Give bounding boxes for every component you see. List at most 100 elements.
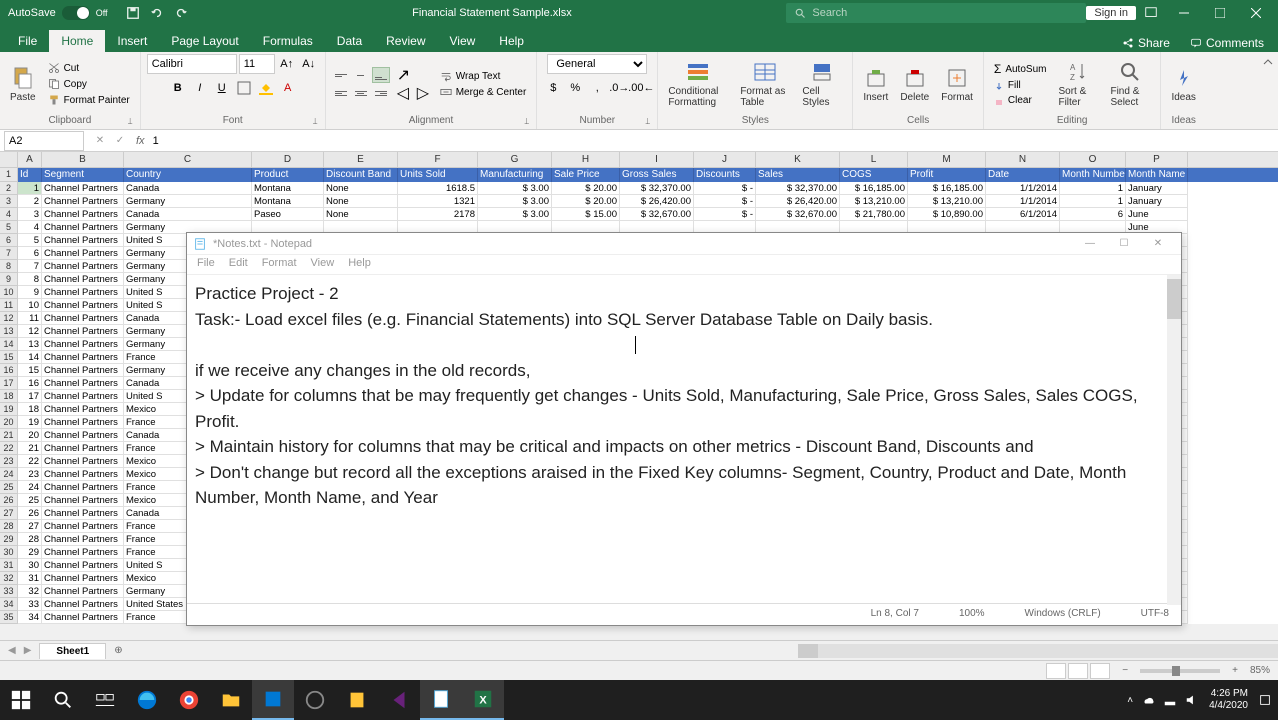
maximize-button[interactable] [1202,0,1238,26]
chrome-button[interactable] [168,680,210,720]
minimize-button[interactable] [1166,0,1202,26]
row-header-20[interactable]: 20 [0,416,18,429]
tab-data[interactable]: Data [325,30,374,52]
cell[interactable]: Channel Partners [42,325,124,338]
format-table-button[interactable]: Format as Table [736,58,794,110]
notepad-scrollbar[interactable] [1167,275,1181,605]
row-header-24[interactable]: 24 [0,468,18,481]
conditional-formatting-button[interactable]: Conditional Formatting [664,58,732,110]
app-button-1[interactable] [252,680,294,720]
sheet-tab-1[interactable]: Sheet1 [39,643,106,659]
cell[interactable]: 17 [18,390,42,403]
notifications-icon[interactable] [1258,693,1272,707]
cell[interactable]: 5 [18,234,42,247]
cell[interactable]: $ 3.00 [478,195,552,208]
cell[interactable]: Channel Partners [42,611,124,624]
cell[interactable]: Channel Partners [42,585,124,598]
row-header-18[interactable]: 18 [0,390,18,403]
cut-button[interactable]: Cut [44,61,134,75]
cell[interactable]: Germany [124,195,252,208]
name-box[interactable] [4,131,84,151]
align-center-button[interactable] [352,85,370,101]
row-header-10[interactable]: 10 [0,286,18,299]
tab-help[interactable]: Help [487,30,536,52]
cell[interactable]: Channel Partners [42,312,124,325]
cell[interactable]: January [1126,182,1188,195]
align-bottom-button[interactable] [372,67,390,83]
cell[interactable]: 28 [18,533,42,546]
cell[interactable]: Channel Partners [42,468,124,481]
cell[interactable]: $ 32,370.00 [756,182,840,195]
file-explorer-button[interactable] [210,680,252,720]
cell[interactable]: 8 [18,273,42,286]
cell[interactable]: Channel Partners [42,377,124,390]
cell[interactable]: Canada [124,208,252,221]
header-cell[interactable]: Sales [756,168,840,182]
zoom-in-button[interactable]: + [1232,665,1238,676]
clipboard-dialog-launcher[interactable]: ⟘ [128,117,138,127]
delete-cells-button[interactable]: Delete [896,64,933,105]
cell[interactable]: Channel Partners [42,273,124,286]
cell[interactable]: $ 32,670.00 [756,208,840,221]
border-button[interactable] [234,78,254,98]
app-button-2[interactable] [294,680,336,720]
align-left-button[interactable] [332,85,350,101]
cell[interactable]: Channel Partners [42,247,124,260]
cell[interactable]: 15 [18,364,42,377]
row-header-31[interactable]: 31 [0,559,18,572]
cell[interactable]: $ 26,420.00 [620,195,694,208]
share-button[interactable]: Share [1114,34,1178,52]
row-header-21[interactable]: 21 [0,429,18,442]
wrap-text-button[interactable]: Wrap Text [436,69,531,83]
underline-button[interactable]: U [212,78,232,98]
row-header-32[interactable]: 32 [0,572,18,585]
cell[interactable]: 29 [18,546,42,559]
tab-file[interactable]: File [6,30,49,52]
cell[interactable]: 18 [18,403,42,416]
row-header-3[interactable]: 3 [0,195,18,208]
cell[interactable]: Channel Partners [42,429,124,442]
number-format-select[interactable]: General [547,54,647,74]
row-header-22[interactable]: 22 [0,442,18,455]
notepad-maximize-button[interactable]: ☐ [1107,233,1141,255]
cell[interactable]: 25 [18,494,42,507]
cell[interactable]: 33 [18,598,42,611]
cell[interactable]: Channel Partners [42,598,124,611]
cell[interactable]: 1/1/2014 [986,195,1060,208]
cell[interactable]: Channel Partners [42,195,124,208]
column-header-A[interactable]: A [18,152,42,167]
increase-decimal-button[interactable]: .0→ [609,78,629,98]
notepad-menu-format[interactable]: Format [256,255,303,274]
notepad-taskbar-button[interactable] [420,680,462,720]
increase-indent-button[interactable]: ▷ [414,85,432,101]
comma-button[interactable]: , [587,78,607,98]
cell[interactable]: Channel Partners [42,520,124,533]
cell[interactable]: Channel Partners [42,390,124,403]
header-cell[interactable]: Country [124,168,252,182]
system-clock[interactable]: 4:26 PM 4/4/2020 [1209,688,1248,712]
row-header-16[interactable]: 16 [0,364,18,377]
column-header-K[interactable]: K [756,152,840,167]
column-header-L[interactable]: L [840,152,908,167]
column-header-P[interactable]: P [1126,152,1188,167]
undo-icon[interactable] [150,6,164,20]
row-header-13[interactable]: 13 [0,325,18,338]
comments-button[interactable]: Comments [1182,34,1272,52]
mode-icon[interactable] [1144,6,1158,20]
cell[interactable]: Channel Partners [42,182,124,195]
align-right-button[interactable] [372,85,390,101]
cell[interactable]: Channel Partners [42,533,124,546]
fx-label[interactable]: fx [132,135,149,147]
save-icon[interactable] [126,6,140,20]
row-header-25[interactable]: 25 [0,481,18,494]
column-header-F[interactable]: F [398,152,478,167]
sheet-nav-next[interactable]: ▶ [24,645,32,656]
cell[interactable]: $ 16,185.00 [840,182,908,195]
row-header-23[interactable]: 23 [0,455,18,468]
font-size-input[interactable] [239,54,275,74]
row-header-34[interactable]: 34 [0,598,18,611]
number-dialog-launcher[interactable]: ⟘ [645,117,655,127]
notepad-minimize-button[interactable]: — [1073,233,1107,255]
cell[interactable]: Channel Partners [42,507,124,520]
app-button-3[interactable] [336,680,378,720]
